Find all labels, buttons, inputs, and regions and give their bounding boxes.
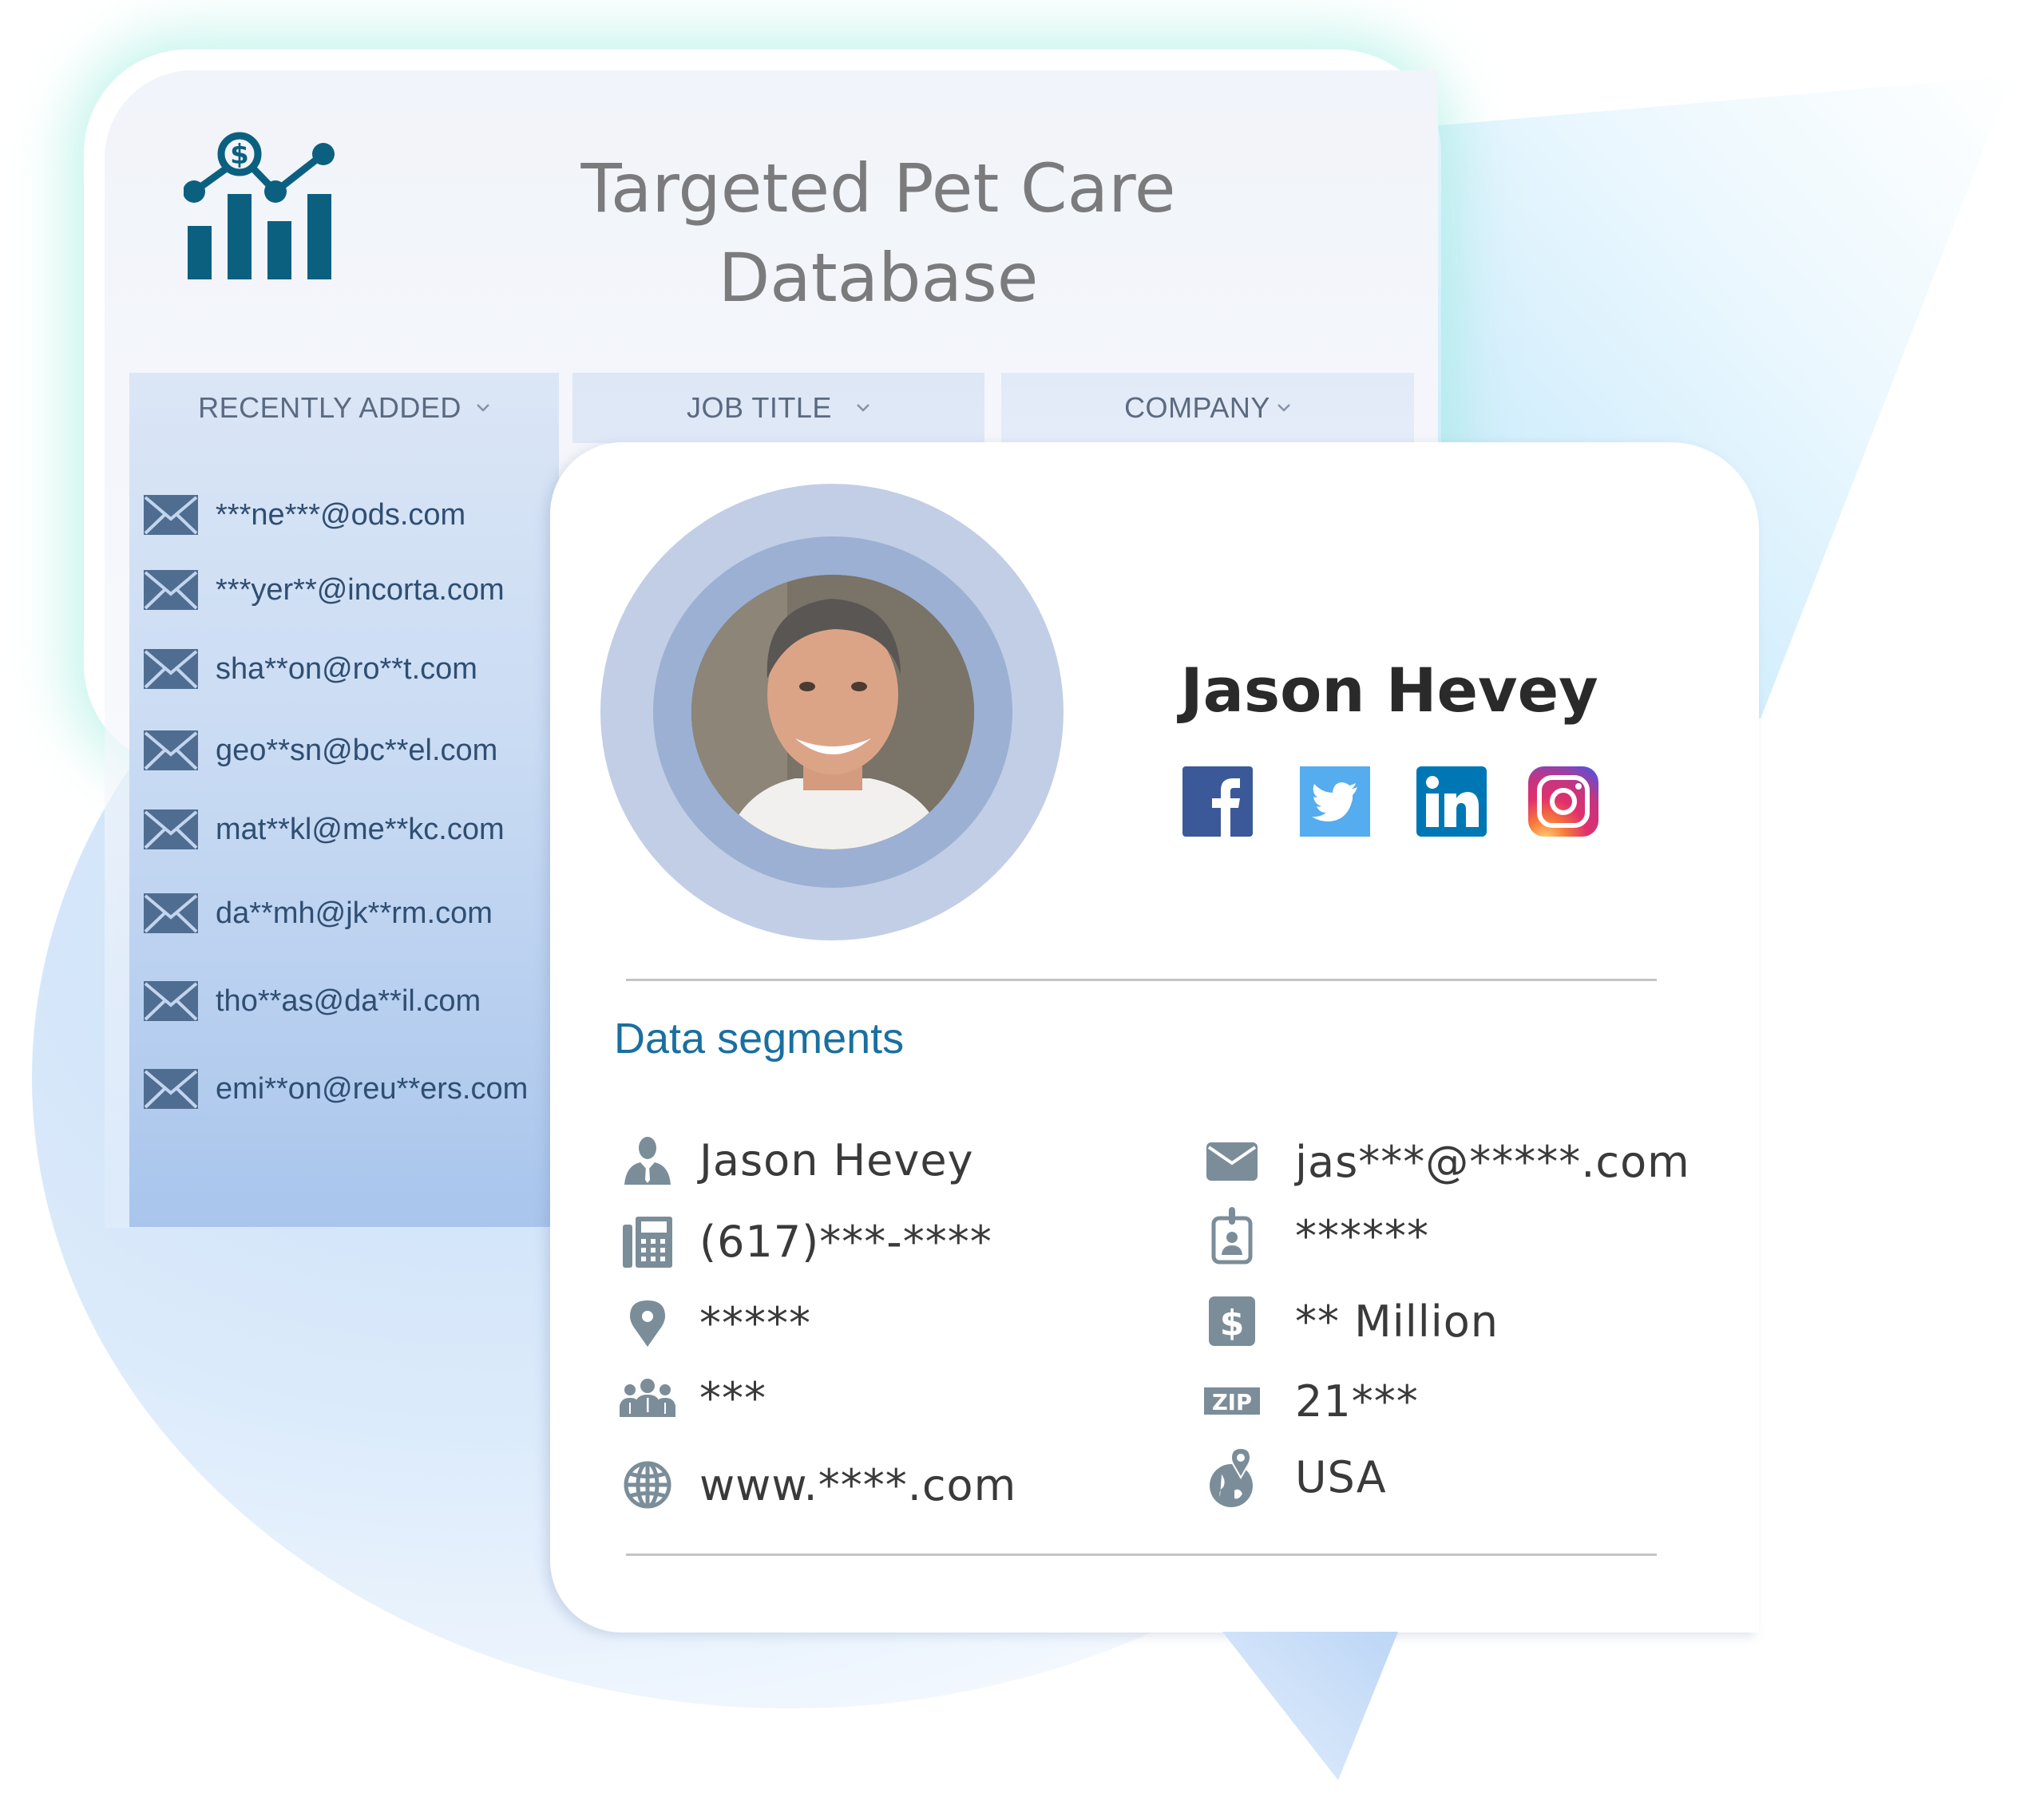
segment-country: USA <box>1204 1447 1387 1507</box>
list-item[interactable]: mat**kl@me**kc.com <box>144 809 505 849</box>
segment-value: www.****.com <box>699 1459 1017 1510</box>
title-line-2: Database <box>718 239 1039 317</box>
globe-pin-icon <box>1204 1447 1260 1507</box>
email-text: ***yer**@incorta.com <box>216 572 505 607</box>
list-item[interactable]: geo**sn@bc**el.com <box>144 730 497 770</box>
card-tail <box>1222 1632 1398 1780</box>
segment-employees: *** <box>620 1370 766 1426</box>
envelope-icon <box>144 893 198 933</box>
id-badge-icon <box>1204 1207 1260 1265</box>
segment-value: USA <box>1295 1451 1387 1502</box>
tab-label: JOB TITLE <box>687 391 832 424</box>
svg-text:ZIP: ZIP <box>1212 1391 1252 1415</box>
svg-text:$: $ <box>1220 1303 1245 1344</box>
email-text: mat**kl@me**kc.com <box>216 812 505 846</box>
dollar-icon: $ <box>1204 1293 1260 1349</box>
email-text: tho**as@da**il.com <box>216 984 481 1018</box>
segment-value: ** Million <box>1295 1296 1499 1347</box>
profile-name: Jason Hevey <box>1180 655 1598 726</box>
divider <box>626 1554 1657 1556</box>
email-text: geo**sn@bc**el.com <box>216 733 498 767</box>
envelope-icon <box>144 1069 198 1109</box>
finance-chart-icon: $ <box>184 132 335 279</box>
svg-text:$: $ <box>230 139 249 171</box>
segment-job-title: ****** <box>1204 1207 1429 1265</box>
employees-icon <box>620 1370 675 1426</box>
list-item[interactable]: ***yer**@incorta.com <box>144 570 505 610</box>
zip-icon: ZIP <box>1204 1373 1260 1429</box>
envelope-icon <box>144 570 198 610</box>
segment-value: *** <box>699 1372 766 1423</box>
tab-company[interactable]: COMPANY <box>1001 373 1414 443</box>
envelope-icon <box>144 981 198 1021</box>
email-text: da**mh@jk**rm.com <box>216 896 493 930</box>
facebook-icon[interactable] <box>1182 766 1253 837</box>
twitter-icon[interactable] <box>1300 766 1370 837</box>
tab-label: RECENTLY ADDED <box>198 391 461 424</box>
segment-value: (617)***-**** <box>699 1216 992 1267</box>
person-icon <box>620 1132 675 1188</box>
envelope-icon <box>144 649 198 689</box>
instagram-icon[interactable] <box>1528 766 1598 837</box>
location-pin-icon <box>620 1295 675 1351</box>
segments-title: Data segments <box>614 1015 905 1063</box>
segment-value: jas***@*****.com <box>1295 1136 1690 1187</box>
globe-icon <box>620 1457 675 1513</box>
chevron-down-icon <box>476 404 489 412</box>
chevron-down-icon <box>857 404 869 412</box>
segment-email: jas***@*****.com <box>1204 1134 1690 1189</box>
segment-location: ***** <box>620 1295 811 1351</box>
email-text: emi**on@reu**ers.com <box>216 1071 529 1106</box>
segment-phone: (617)***-**** <box>620 1213 992 1269</box>
tab-label: COMPANY <box>1124 391 1270 424</box>
segment-revenue: $ ** Million <box>1204 1293 1499 1349</box>
list-item[interactable]: da**mh@jk**rm.com <box>144 893 493 933</box>
list-item[interactable]: ***ne***@ods.com <box>144 495 465 535</box>
divider <box>626 979 1657 981</box>
segment-value: Jason Hevey <box>699 1134 974 1185</box>
page-title: Targeted Pet Care Database <box>511 144 1246 323</box>
envelope-icon <box>144 730 198 770</box>
envelope-icon <box>144 809 198 849</box>
linkedin-icon[interactable] <box>1416 766 1487 837</box>
segment-value: 21*** <box>1295 1375 1419 1427</box>
chevron-down-icon <box>1278 404 1290 412</box>
person-photo <box>691 575 974 849</box>
email-text: sha**on@ro**t.com <box>216 651 477 686</box>
segment-zip: ZIP 21*** <box>1204 1373 1419 1429</box>
segment-name: Jason Hevey <box>620 1132 974 1188</box>
avatar[interactable] <box>691 575 974 849</box>
segment-website: www.****.com <box>620 1457 1016 1513</box>
segment-value: ***** <box>699 1297 811 1348</box>
phone-icon <box>620 1213 675 1269</box>
envelope-icon <box>1204 1134 1260 1189</box>
email-text: ***ne***@ods.com <box>216 497 466 532</box>
list-item[interactable]: emi**on@reu**ers.com <box>144 1069 528 1109</box>
title-line-1: Targeted Pet Care <box>580 149 1176 228</box>
segment-value: ****** <box>1295 1210 1429 1261</box>
tab-job-title[interactable]: JOB TITLE <box>572 373 984 443</box>
list-item[interactable]: sha**on@ro**t.com <box>144 649 477 689</box>
list-item[interactable]: tho**as@da**il.com <box>144 981 481 1021</box>
envelope-icon <box>144 495 198 535</box>
